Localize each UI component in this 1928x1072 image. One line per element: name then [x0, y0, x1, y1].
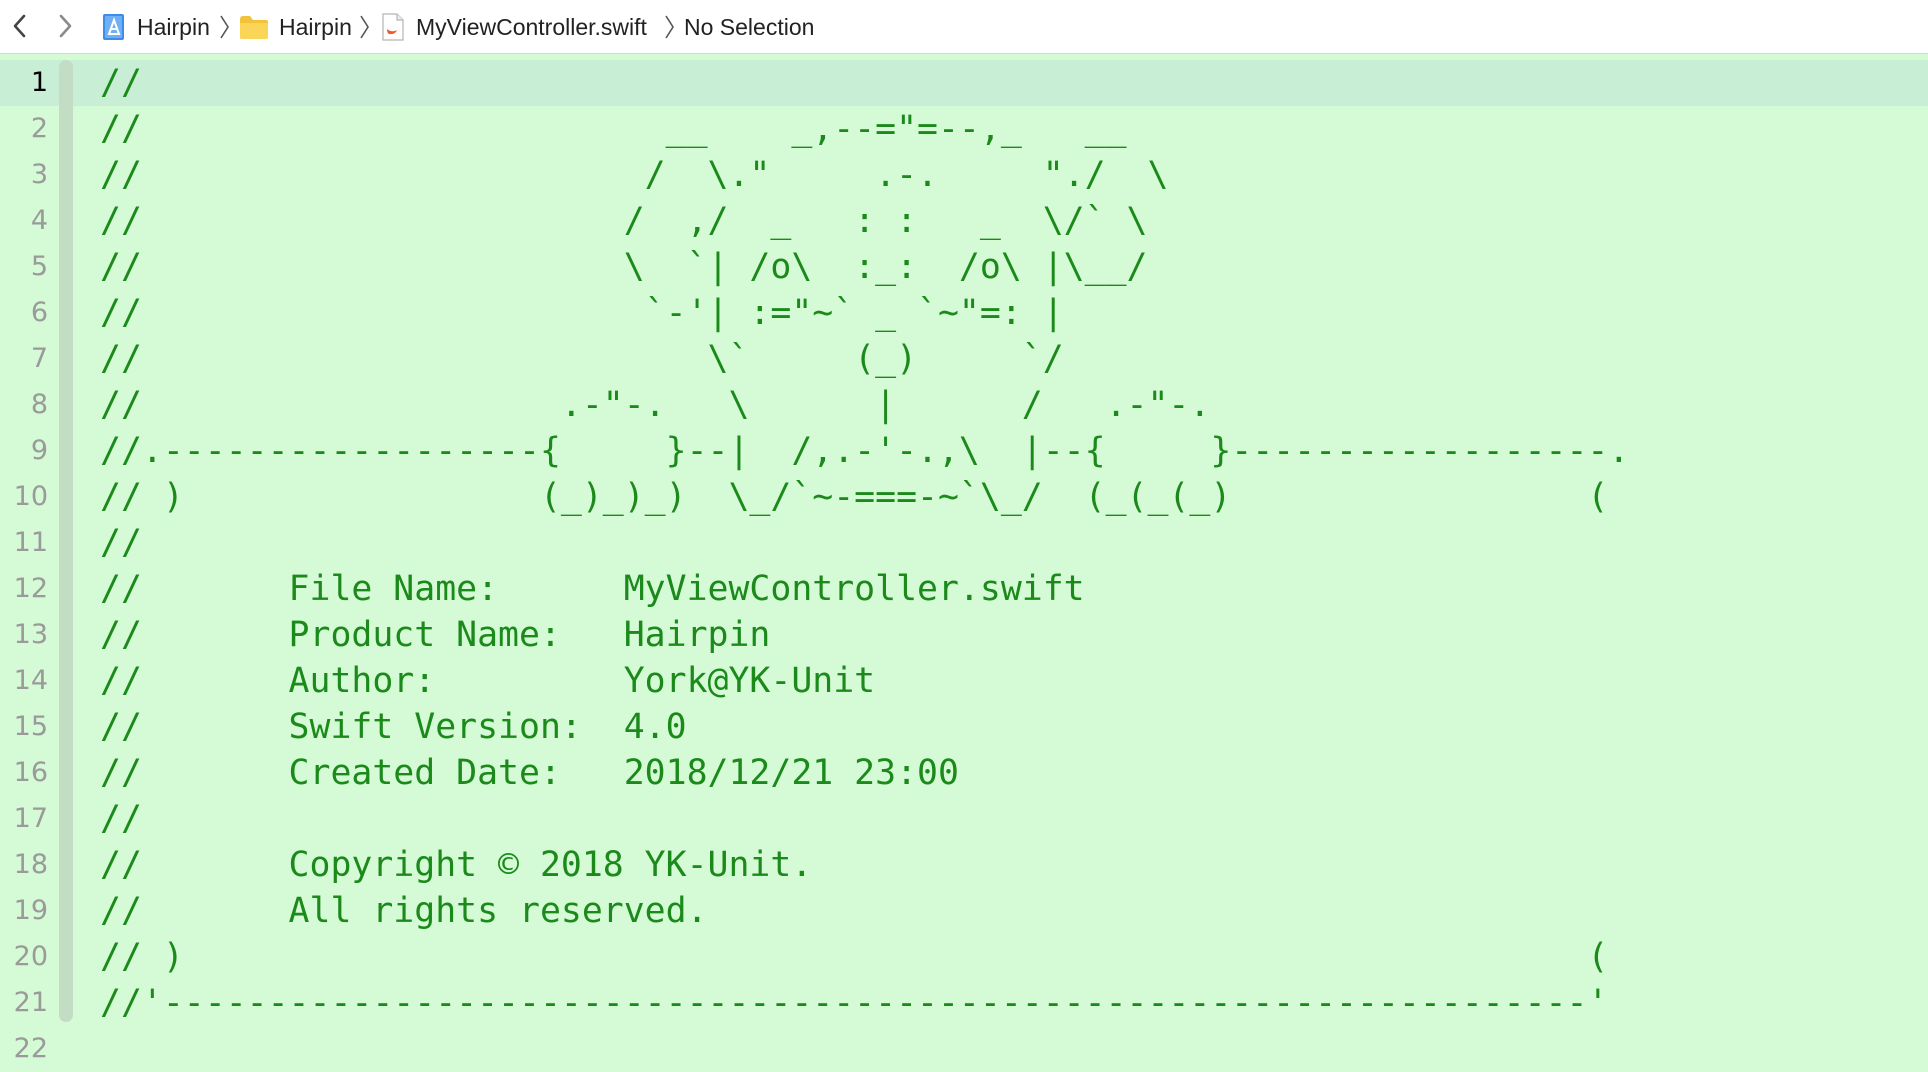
- code-line[interactable]: // / ,/ _ : : _ \/` \: [100, 198, 1147, 244]
- code-line[interactable]: // ) (_)_)_) \_/`~-===-~`\_/ (_(_(_) (: [100, 474, 1608, 520]
- breadcrumb-label: MyViewController.swift: [416, 13, 647, 40]
- line-number: 12: [13, 573, 48, 604]
- current-line-highlight: [0, 60, 1928, 106]
- project-icon: [103, 14, 124, 40]
- code-line[interactable]: // Author: York@YK-Unit: [100, 658, 875, 704]
- breadcrumb-label: Hairpin: [279, 13, 352, 40]
- source-editor[interactable]: 1 2 3 4 5 6 7 8 9 10 11 12 13 14 15 16 1…: [0, 54, 1928, 1072]
- line-number: 22: [13, 1033, 48, 1064]
- line-number: 1: [30, 67, 48, 98]
- code-line[interactable]: // \ `| /o\ :_: /o\ |\__/: [100, 244, 1147, 290]
- breadcrumb-label: No Selection: [684, 13, 815, 40]
- code-line[interactable]: // / \." .-. "./ \: [100, 152, 1168, 198]
- swift-file-icon: [382, 13, 404, 41]
- chevron-right-icon: [59, 14, 72, 38]
- breadcrumb-separator-icon: [665, 15, 674, 39]
- line-number: 13: [13, 619, 48, 650]
- line-number: 3: [30, 159, 48, 190]
- line-number: 16: [13, 757, 48, 788]
- breadcrumb-separator-icon: [360, 15, 369, 39]
- code-line[interactable]: // ) (: [100, 934, 1608, 980]
- line-number: 10: [13, 481, 48, 512]
- chevron-left-icon: [13, 14, 26, 38]
- breadcrumb-folder[interactable]: Hairpin: [238, 0, 352, 54]
- code-line[interactable]: // Created Date: 2018/12/21 23:00: [100, 750, 959, 796]
- line-number: 11: [13, 527, 48, 558]
- back-button[interactable]: [5, 11, 35, 41]
- line-number: 15: [13, 711, 48, 742]
- code-line[interactable]: // File Name: MyViewController.swift: [100, 566, 1085, 612]
- line-number: 17: [13, 803, 48, 834]
- gutter-change-bar: [59, 60, 73, 1022]
- code-line[interactable]: // \` (_) `/: [100, 336, 1064, 382]
- code-line[interactable]: //.------------------{ }--| /,.-'-.,\ |-…: [100, 428, 1629, 474]
- breadcrumb-symbol[interactable]: No Selection: [684, 0, 814, 54]
- line-number: 6: [30, 297, 48, 328]
- line-number: 2: [30, 113, 48, 144]
- breadcrumb-label: Hairpin: [137, 13, 210, 40]
- forward-button[interactable]: [50, 11, 80, 41]
- code-line[interactable]: // Copyright © 2018 YK-Unit.: [100, 842, 812, 888]
- line-number: 21: [13, 987, 48, 1018]
- jump-bar: Hairpin Hairpin MyViewController.swift N…: [0, 0, 1928, 54]
- code-line[interactable]: //: [100, 796, 142, 842]
- code-line[interactable]: // All rights reserved.: [100, 888, 708, 934]
- folder-icon: [240, 16, 268, 39]
- code-line[interactable]: // Swift Version: 4.0: [100, 704, 687, 750]
- code-line[interactable]: // __ _,--="=--,_ __: [100, 106, 1127, 152]
- line-number: 8: [30, 389, 48, 420]
- line-number: 19: [13, 895, 48, 926]
- code-line[interactable]: //: [100, 60, 142, 106]
- line-number: 7: [30, 343, 48, 374]
- breadcrumb-project[interactable]: Hairpin: [100, 0, 210, 54]
- code-line[interactable]: // .-"-. \ | / .-"-.: [100, 382, 1210, 428]
- line-number: 20: [13, 941, 48, 972]
- line-number: 14: [13, 665, 48, 696]
- breadcrumb-separator-icon: [220, 15, 229, 39]
- code-line[interactable]: //'-------------------------------------…: [100, 980, 1608, 1026]
- breadcrumb-file[interactable]: MyViewController.swift: [380, 0, 647, 54]
- line-number: 18: [13, 849, 48, 880]
- line-number: 5: [30, 251, 48, 282]
- line-number: 4: [30, 205, 48, 236]
- code-line[interactable]: // Product Name: Hairpin: [100, 612, 770, 658]
- code-line[interactable]: //: [100, 520, 142, 566]
- line-number: 9: [30, 435, 48, 466]
- code-line[interactable]: // `-'| :="~` _ `~"=: |: [100, 290, 1064, 336]
